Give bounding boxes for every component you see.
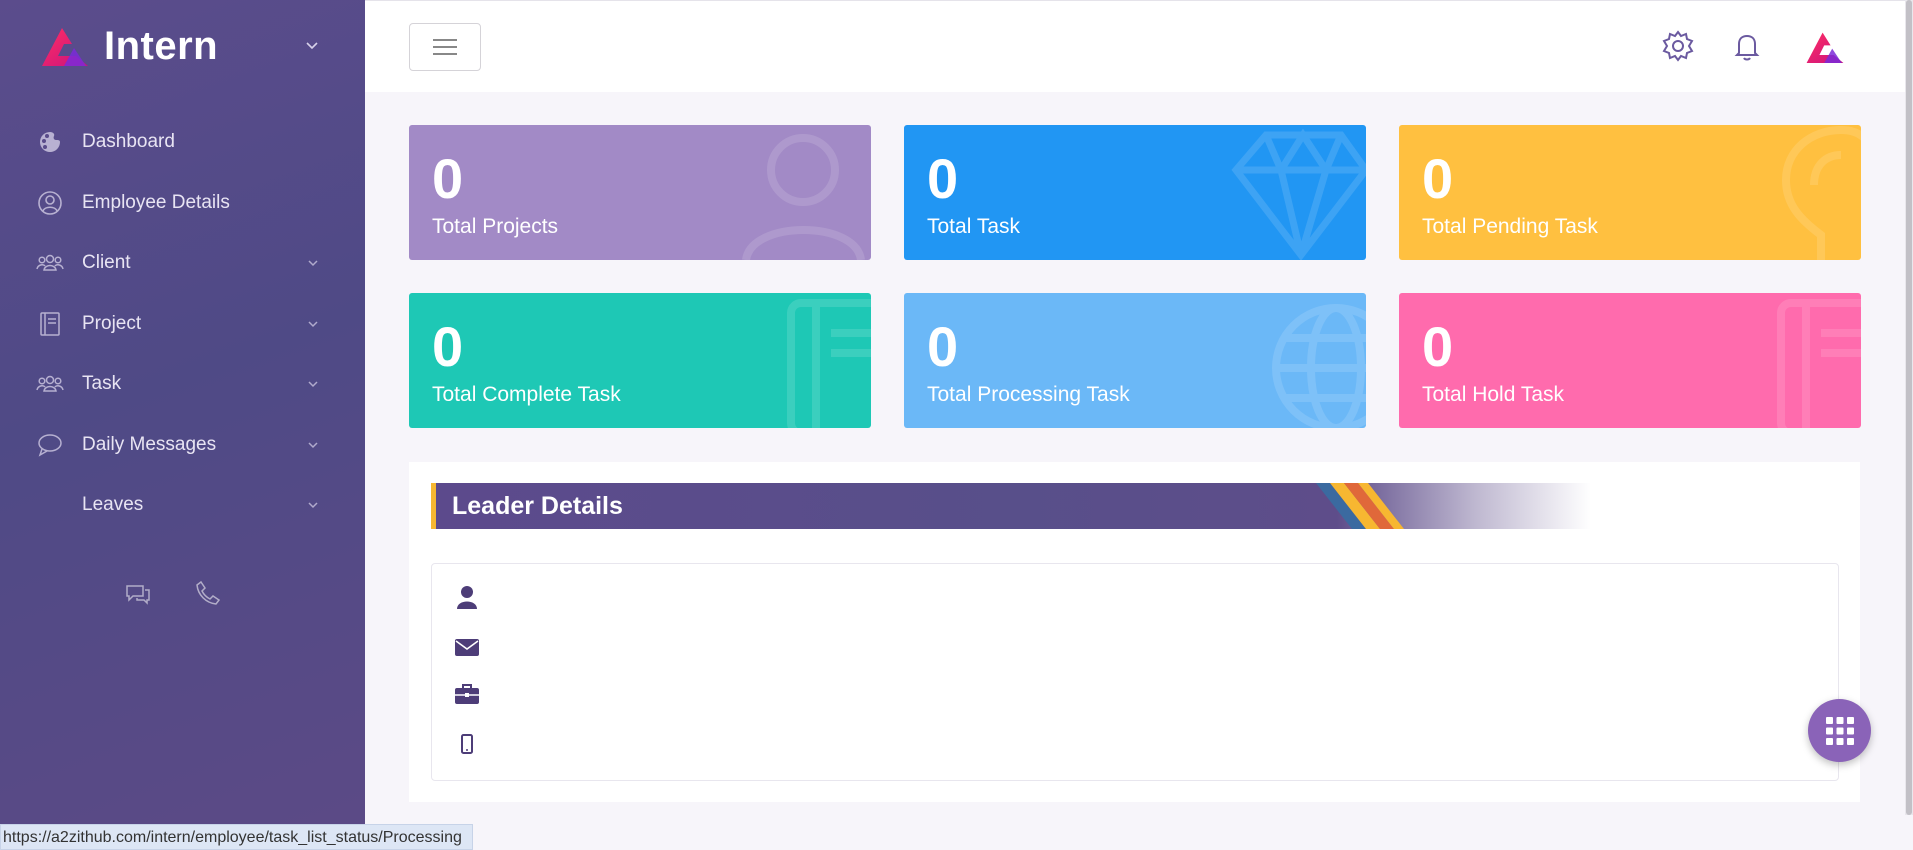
- brand-logo-icon: [42, 28, 88, 66]
- top-header: [365, 0, 1913, 92]
- chevron-down-icon: [308, 320, 318, 327]
- apps-fab-button[interactable]: [1808, 699, 1871, 762]
- chevron-down-icon[interactable]: [303, 36, 321, 54]
- user-icon: [742, 134, 865, 260]
- leader-details-panel: Leader Details: [409, 462, 1860, 802]
- stat-value: 0: [1422, 147, 1454, 210]
- menu-toggle-button[interactable]: [409, 23, 481, 71]
- envelope-icon: [455, 639, 479, 656]
- leader-details-banner: Leader Details: [431, 483, 1591, 529]
- user-circle-icon: [38, 190, 62, 215]
- stat-value: 0: [1422, 315, 1454, 378]
- stat-card-total-projects[interactable]: 0 Total Projects: [409, 125, 871, 260]
- decorative-stripes: [1316, 483, 1404, 529]
- sidebar-item-label: Client: [82, 252, 131, 274]
- browser-status-url: https://a2zithub.com/intern/employee/tas…: [0, 824, 473, 850]
- stat-card-total-hold-task[interactable]: 0 Total Hold Task: [1399, 293, 1861, 428]
- book-icon: [1777, 299, 1861, 428]
- grid-icon: [1825, 716, 1854, 745]
- sidebar-nav: Dashboard Employee Details Client Projec…: [0, 112, 365, 536]
- stat-value: 0: [432, 315, 464, 378]
- scrollbar-thumb[interactable]: [1906, 0, 1912, 815]
- mobile-phone-icon: [461, 734, 473, 754]
- stat-title: Total Complete Task: [432, 383, 621, 406]
- briefcase-icon: [455, 684, 479, 704]
- chevron-down-icon: [308, 381, 318, 388]
- hamburger-icon: [433, 39, 457, 55]
- user-icon: [457, 586, 477, 609]
- stat-title: Total Task: [927, 215, 1020, 238]
- chevron-down-icon: [308, 502, 318, 509]
- stat-card-total-pending-task[interactable]: 0 Total Pending Task: [1399, 125, 1861, 260]
- users-icon: [36, 255, 64, 271]
- vertical-scrollbar[interactable]: [1905, 0, 1913, 815]
- stat-title: Total Processing Task: [927, 383, 1130, 406]
- stat-title: Total Hold Task: [1422, 383, 1565, 406]
- chevron-down-icon: [308, 441, 318, 448]
- sidebar-item-daily-messages[interactable]: Daily Messages: [0, 415, 365, 476]
- stat-card-total-processing-task[interactable]: 0 Total Processing Task: [904, 293, 1366, 428]
- sidebar-item-label: Task: [82, 373, 122, 395]
- sidebar-item-dashboard[interactable]: Dashboard: [0, 112, 365, 173]
- users-icon: [36, 376, 64, 392]
- lightbulb-icon: [1781, 125, 1861, 260]
- sidebar-item-leaves[interactable]: Leaves: [0, 475, 365, 536]
- stat-card-total-task[interactable]: 0 Total Task: [904, 125, 1366, 260]
- brand-name: Intern: [104, 23, 219, 68]
- sidebar-item-label: Daily Messages: [82, 433, 217, 455]
- leader-details-title: Leader Details: [452, 492, 623, 520]
- stat-value: 0: [432, 147, 464, 210]
- sidebar-item-label: Employee Details: [82, 191, 230, 213]
- stat-value: 0: [927, 315, 959, 378]
- chat-icon[interactable]: [123, 578, 153, 608]
- sidebar-item-project[interactable]: Project: [0, 294, 365, 355]
- sidebar-item-client[interactable]: Client: [0, 233, 365, 294]
- sidebar-item-label: Dashboard: [82, 131, 175, 153]
- stat-value: 0: [927, 147, 959, 210]
- message-icon: [38, 434, 62, 457]
- sidebar-item-employee-details[interactable]: Employee Details: [0, 173, 365, 234]
- sidebar: Intern Dashboard Employee Details Client…: [0, 0, 365, 850]
- palette-icon: [40, 132, 60, 153]
- brand[interactable]: Intern: [0, 0, 365, 92]
- book-icon: [787, 299, 871, 428]
- sidebar-item-task[interactable]: Task: [0, 354, 365, 415]
- leader-info-box: [431, 563, 1839, 781]
- sidebar-tools: [0, 578, 365, 608]
- user-avatar-icon[interactable]: [1805, 29, 1845, 65]
- stat-title: Total Pending Task: [1422, 215, 1598, 238]
- phone-icon[interactable]: [193, 578, 223, 608]
- chevron-down-icon: [308, 260, 318, 267]
- book-icon: [40, 312, 60, 336]
- diamond-icon: [1231, 128, 1366, 260]
- sidebar-item-label: Leaves: [82, 494, 144, 516]
- stat-card-total-complete-task[interactable]: 0 Total Complete Task: [409, 293, 871, 428]
- bell-icon[interactable]: [1730, 29, 1764, 63]
- sidebar-item-label: Project: [82, 312, 142, 334]
- stat-title: Total Projects: [432, 215, 559, 238]
- gear-icon[interactable]: [1661, 29, 1695, 63]
- globe-icon: [1272, 304, 1366, 428]
